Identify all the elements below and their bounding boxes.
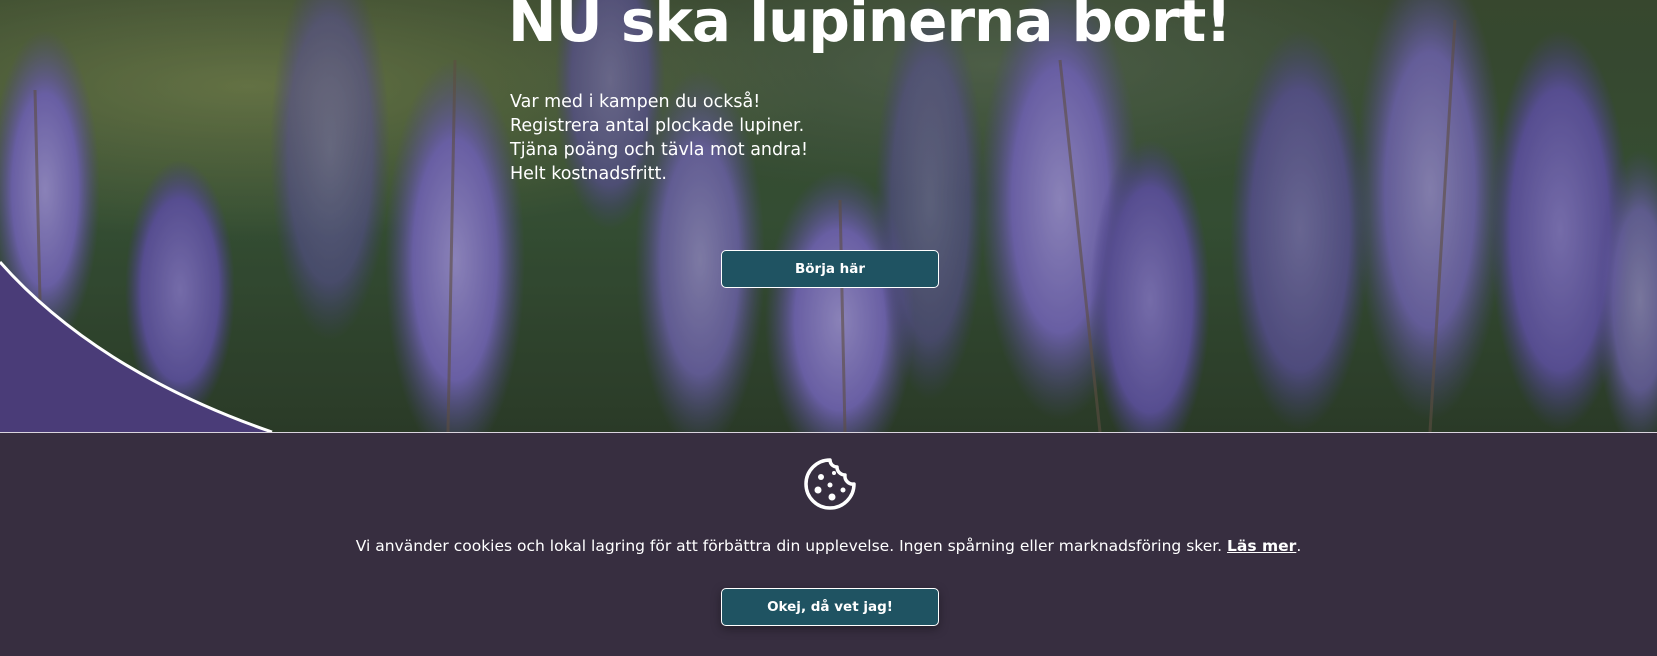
cookie-banner: Vi använder cookies och lokal lagring fö… — [0, 432, 1657, 656]
cookie-message-text: Vi använder cookies och lokal lagring fö… — [355, 537, 1223, 555]
cookie-message-end: . — [1296, 537, 1302, 555]
cookie-icon — [804, 458, 856, 510]
accept-cookies-button[interactable]: Okej, då vet jag! — [721, 588, 939, 626]
hero-line: Var med i kampen du också! — [510, 92, 761, 112]
read-more-link[interactable]: Läs mer — [1227, 537, 1296, 555]
corner-wave-decoration — [0, 261, 273, 432]
page-title: NU ska lupinerna bort! — [508, 0, 1232, 55]
hero-section: NU ska lupinerna bort! Var med i kampen … — [0, 0, 1657, 432]
hero-description: Var med i kampen du också! Registrera an… — [510, 90, 808, 186]
start-here-button[interactable]: Börja här — [721, 250, 939, 288]
hero-line: Tjäna poäng och tävla mot andra! — [510, 140, 809, 160]
hero-line: Registrera antal plockade lupiner. — [510, 116, 805, 136]
cookie-message: Vi använder cookies och lokal lagring fö… — [0, 537, 1657, 555]
hero-line: Helt kostnadsfritt. — [510, 164, 667, 184]
